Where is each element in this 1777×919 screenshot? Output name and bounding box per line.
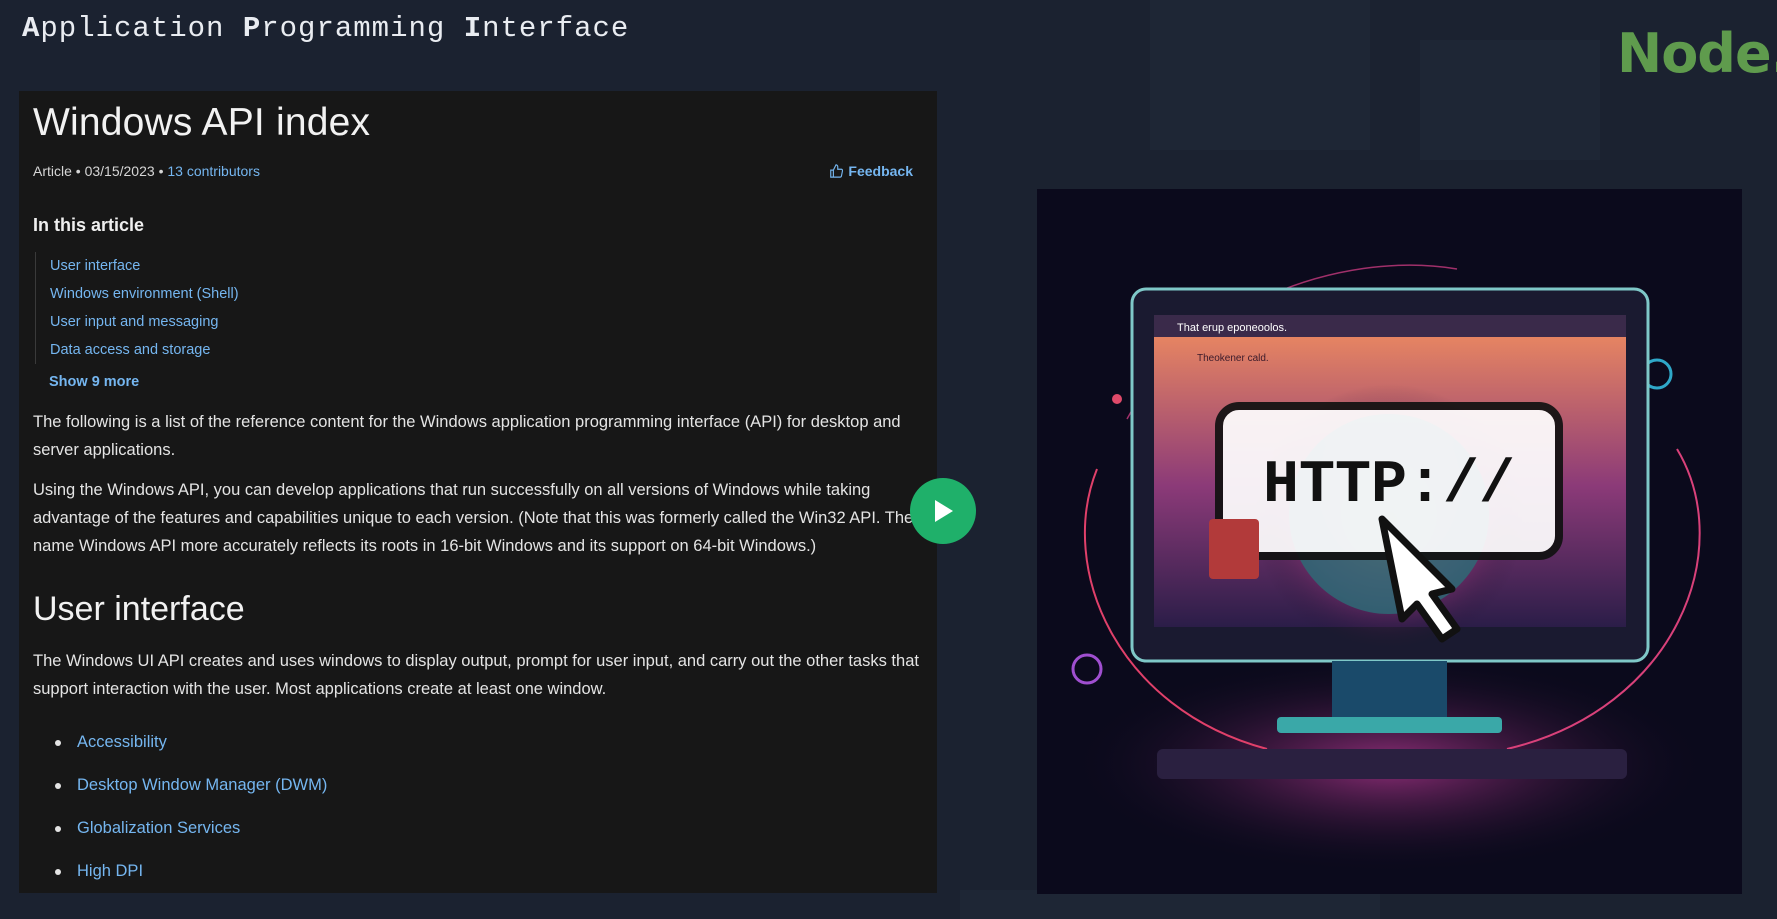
title-rest-a: pplication [40, 12, 243, 45]
page-title: Windows API index [33, 101, 371, 144]
toc-heading: In this article [33, 215, 145, 235]
play-button[interactable] [910, 478, 976, 544]
http-illustration-art: That erup eponeoolos. Theokener cald. HT… [1069, 264, 1709, 874]
api-link[interactable]: High DPI [77, 850, 143, 893]
api-link[interactable]: Globalization Services [77, 807, 240, 850]
list-item: Accessibility [55, 721, 923, 764]
toc-item[interactable]: Windows environment (Shell) [50, 286, 239, 302]
api-link[interactable]: Accessibility [77, 721, 167, 764]
slide-title: Application Programming Interface [22, 12, 629, 45]
docs-screenshot-panel: Windows API index Article • 03/15/2023 •… [19, 91, 937, 893]
http-illustration: That erup eponeoolos. Theokener cald. HT… [1037, 189, 1742, 894]
toc-item[interactable]: User interface [50, 258, 140, 274]
toc-item[interactable]: User input and messaging [50, 314, 218, 330]
title-rest-p: rogramming [261, 12, 464, 45]
show-more-button[interactable]: Show 9 more [49, 374, 923, 390]
banner-text: Theokener cald. [1197, 353, 1269, 364]
article-meta: Article • 03/15/2023 • 13 contributors F… [33, 163, 913, 179]
list-item: Desktop Window Manager (DWM) [55, 764, 923, 807]
feedback-button[interactable]: Feedback [829, 163, 913, 179]
toc-list: User interface Windows environment (Shel… [35, 252, 923, 364]
api-link-list: Accessibility Desktop Window Manager (DW… [55, 721, 923, 893]
browser-title: That erup eponeoolos. [1177, 322, 1287, 334]
section-heading: User interface [33, 590, 245, 628]
article-date: 03/15/2023 [84, 163, 155, 179]
title-initial-p: P [242, 12, 262, 45]
nodejs-logo: Node. [1617, 22, 1777, 85]
title-initial-a: A [22, 12, 41, 45]
list-item: Globalization Services [55, 807, 923, 850]
section-paragraph: The Windows UI API creates and uses wind… [33, 652, 919, 698]
toc-item[interactable]: Data access and storage [50, 342, 210, 358]
contributors-link[interactable]: 13 contributors [167, 163, 260, 179]
thumbs-up-icon [830, 164, 844, 178]
article-type: Article [33, 163, 72, 179]
title-initial-i: I [463, 12, 483, 45]
http-text: HTTP:// [1263, 452, 1515, 520]
intro-paragraph-2: Using the Windows API, you can develop a… [33, 481, 914, 555]
intro-paragraph: The following is a list of the reference… [33, 413, 901, 459]
list-item: High DPI [55, 850, 923, 893]
title-rest-i: nterface [482, 12, 630, 45]
api-link[interactable]: Desktop Window Manager (DWM) [77, 764, 327, 807]
feedback-label: Feedback [848, 163, 913, 179]
play-icon [935, 500, 953, 522]
